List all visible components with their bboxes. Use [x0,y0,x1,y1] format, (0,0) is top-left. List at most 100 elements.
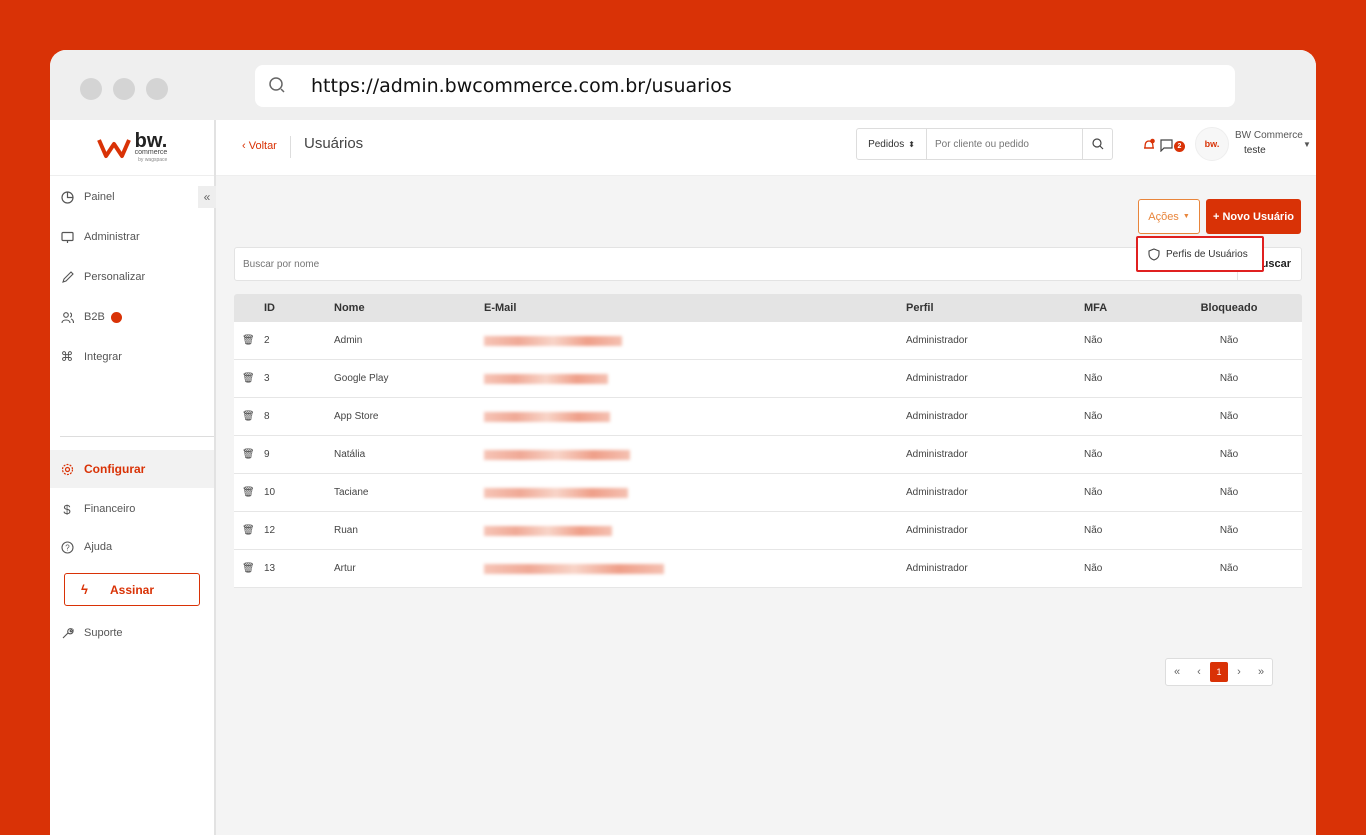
table-header: ID Nome E-Mail Perfil MFA Bloqueado [234,294,1302,322]
pagination: « ‹ 1 › » [1165,658,1273,686]
sidebar-item-label: Financeiro [84,503,136,515]
prev-page-button[interactable]: ‹ [1188,659,1210,685]
back-link[interactable]: ‹ Voltar [242,140,277,152]
window-dot[interactable] [80,78,102,100]
acoes-button[interactable]: Ações ▼ [1138,199,1200,234]
url-text: https://admin.bwcommerce.com.br/usuarios [311,75,732,97]
caret-down-icon[interactable]: ▼ [1303,140,1311,149]
cell-email-redacted [484,436,630,473]
cell-nome: Admin [334,335,363,346]
column-header-email[interactable]: E-Mail [484,294,516,322]
cell-email-redacted [484,398,610,435]
name-search-input[interactable] [235,248,1235,280]
address-bar[interactable]: https://admin.bwcommerce.com.br/usuarios [255,65,1235,107]
logo-text: bw. [134,129,168,152]
trash-icon[interactable]: 🗑 [242,398,255,435]
cell-email-redacted [484,360,608,397]
main-content: Ações ▼ + Novo Usuário Buscar Perfis de … [216,176,1316,835]
table-row[interactable]: 🗑 13 Artur Administrador Não Não [234,550,1302,588]
browser-window: https://admin.bwcommerce.com.br/usuarios… [50,50,1316,835]
column-header-bloqueado[interactable]: Bloqueado [1189,294,1269,322]
cell-nome: Ruan [334,525,358,536]
sidebar-item-personalizar[interactable]: Personalizar [50,258,214,296]
table-row[interactable]: 🗑 3 Google Play Administrador Não Não [234,360,1302,398]
cell-id: 13 [264,563,276,574]
avatar[interactable]: bw. [1195,127,1229,161]
cell-id: 3 [264,373,270,384]
cell-nome: Natália [334,449,366,460]
table-row[interactable]: 🗑 8 App Store Administrador Não Não [234,398,1302,436]
table-row[interactable]: 🗑 9 Natália Administrador Não Não [234,436,1302,474]
user-name[interactable]: BW Commerce [1235,130,1303,141]
sidebar-item-painel[interactable]: Painel [50,178,214,216]
table-row[interactable]: 🗑 2 Admin Administrador Não Não [234,322,1302,360]
logo[interactable]: bw. commerce by wagspace [50,120,214,176]
window-dot[interactable] [146,78,168,100]
search-button[interactable] [1082,129,1112,159]
cell-nome: Google Play [334,373,389,384]
cell-mfa: Não [1084,563,1103,574]
last-page-button[interactable]: » [1250,659,1272,685]
current-page-button[interactable]: 1 [1210,662,1228,682]
sort-icon: ⬍ [908,139,915,149]
sidebar-item-b2b[interactable]: B2B [50,298,214,336]
trash-icon[interactable]: 🗑 [242,322,255,359]
trash-icon[interactable]: 🗑 [242,360,255,397]
cell-perfil: Administrador [906,373,968,384]
column-header-id[interactable]: ID [264,294,275,322]
select-value: Pedidos [868,138,905,150]
cell-perfil: Administrador [906,449,968,460]
sidebar-item-ajuda[interactable]: ? Ajuda [50,528,214,566]
new-user-button[interactable]: + Novo Usuário [1206,199,1301,234]
sidebar-item-integrar[interactable]: ⌘ Integrar [50,338,214,376]
table-row[interactable]: 🗑 12 Ruan Administrador Não Não [234,512,1302,550]
trash-icon[interactable]: 🗑 [242,512,255,549]
search-type-select[interactable]: Pedidos ⬍ [857,129,927,159]
sidebar-item-label: Administrar [84,231,140,243]
user-store: teste [1244,145,1266,156]
first-page-button[interactable]: « [1166,659,1188,685]
table-row[interactable]: 🗑 10 Taciane Administrador Não Não [234,474,1302,512]
sidebar-item-financeiro[interactable]: $ Financeiro [50,490,214,528]
logo-byline: by wagspace [138,156,168,163]
gear-icon [60,462,74,476]
users-icon [60,310,74,324]
sidebar-divider [60,436,214,437]
trash-icon[interactable]: 🗑 [242,550,255,587]
sidebar-item-suporte[interactable]: Suporte [50,614,214,652]
bell-icon[interactable] [1142,138,1156,157]
sidebar: bw. commerce by wagspace « Painel Admini… [50,120,216,835]
assinar-button[interactable]: ϟ Assinar [64,573,200,606]
dollar-icon: $ [63,501,71,517]
sidebar-item-configurar[interactable]: Configurar [50,450,214,488]
cell-mfa: Não [1084,373,1103,384]
perfis-usuarios-menu-item[interactable]: Perfis de Usuários [1136,236,1264,272]
cell-email-redacted [484,474,628,511]
pie-chart-icon [60,190,74,204]
cell-bloqueado: Não [1219,373,1239,384]
cell-email-redacted [484,322,622,359]
sidebar-item-administrar[interactable]: Administrar [50,218,214,256]
users-table: ID Nome E-Mail Perfil MFA Bloqueado 🗑 2 … [234,294,1302,588]
cell-bloqueado: Não [1219,487,1239,498]
sidebar-item-label: Integrar [84,351,122,363]
window-dot[interactable] [113,78,135,100]
trash-icon[interactable]: 🗑 [242,436,255,473]
cell-nome: Artur [334,563,356,574]
message-icon[interactable] [1160,138,1174,157]
column-header-mfa[interactable]: MFA [1084,294,1107,322]
menu-item-label: Perfis de Usuários [1166,248,1248,260]
cell-bloqueado: Não [1219,449,1239,460]
notification-badge [110,311,122,323]
top-bar: ‹ Voltar Usuários Pedidos ⬍ 2 bw. BW Com… [216,120,1316,176]
order-search-input[interactable] [927,129,1082,159]
sidebar-item-label: Suporte [84,627,123,639]
column-header-nome[interactable]: Nome [334,294,365,322]
trash-icon[interactable]: 🗑 [242,474,255,511]
column-header-perfil[interactable]: Perfil [906,294,934,322]
logo-subtitle: commerce [134,148,168,156]
cell-id: 2 [264,335,270,346]
sidebar-item-label: B2B [84,311,105,323]
next-page-button[interactable]: › [1228,659,1250,685]
cell-perfil: Administrador [906,487,968,498]
